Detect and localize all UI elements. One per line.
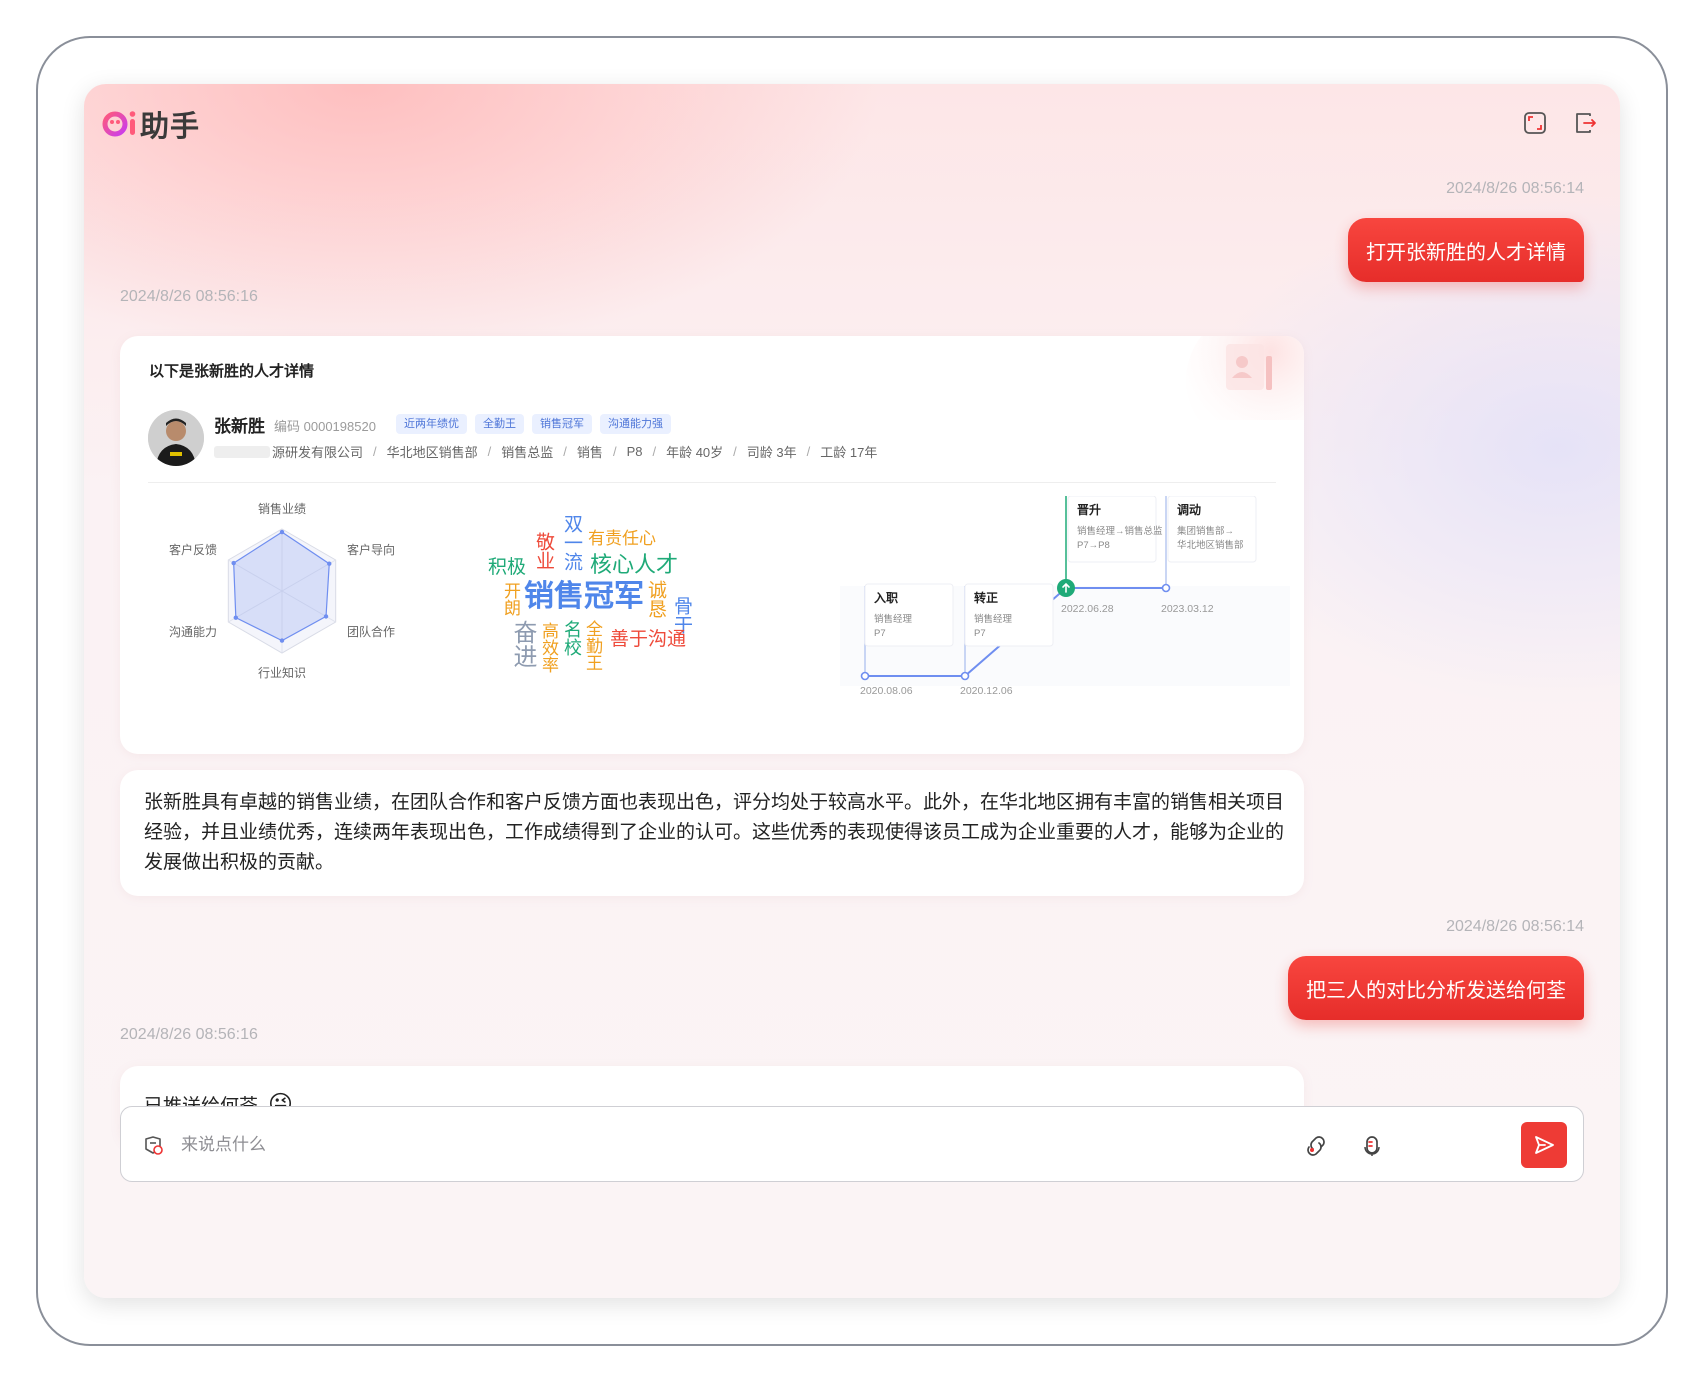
radar-axis-label: 客户导向 [347, 542, 395, 557]
radar-chart: 销售业绩客户导向团队合作行业知识 沟通能力 客户反馈 [169, 501, 395, 680]
company: 源研发有限公司 [272, 445, 364, 460]
timeline-date: 2023.03.12 [1161, 603, 1214, 615]
radar-axis-label: 团队合作 [347, 624, 395, 639]
age: 年龄 40岁 [666, 445, 724, 460]
word-cloud-word: 敬业 [533, 532, 554, 570]
radar-point [231, 560, 236, 566]
chat-input-bar [120, 1106, 1584, 1182]
tag: 销售冠军 [532, 414, 592, 434]
timeline-point [860, 671, 870, 681]
timeline-event-detail: 销售经理 [974, 613, 1013, 625]
word-cloud-word: 销售冠军 [524, 580, 644, 613]
exit-button[interactable] [1570, 108, 1600, 138]
word-cloud-word: 高效率 [539, 622, 558, 673]
timeline-event-detail: 集团销售部→ [1177, 525, 1234, 537]
timeline-date: 2020.08.06 [860, 685, 913, 697]
send-icon [1535, 1136, 1554, 1154]
word-cloud-word: 核心人才 [590, 552, 679, 577]
profile-card-icon [1176, 336, 1304, 420]
word-cloud-word: 奋进 [509, 620, 536, 668]
tag: 沟通能力强 [600, 414, 671, 434]
clear-history-icon[interactable] [141, 1133, 165, 1157]
employee-code: 编码 0000198520 [274, 416, 376, 435]
send-button[interactable] [1521, 1122, 1567, 1168]
redacted-text [214, 445, 270, 458]
assistant-message-bubble: 张新胜具有卓越的销售业绩，在团队合作和客户反馈方面也表现出色，评分均处于较高水平… [120, 770, 1304, 896]
radar-point [327, 561, 332, 566]
position: 销售总监 [501, 445, 554, 460]
card-title: 以下是张新胜的人才详情 [149, 363, 315, 380]
radar-point [279, 529, 285, 535]
radar-point [279, 638, 285, 643]
exit-icon [1576, 113, 1596, 133]
code-label: 编码 [274, 419, 301, 434]
tag-list: 近两年绩优 全勤王 销售冠军 沟通能力强 [396, 414, 671, 434]
career-timeline: 入职销售经理 P7 转正销售经理 P7 晋升销售经理→销售总监 P7→P8 调动集团销售部→… [840, 496, 1290, 697]
message-timestamp: 2024/8/26 08:56:16 [120, 288, 258, 305]
tag: 全勤王 [475, 414, 524, 434]
word-cloud-word: 有责任心 [588, 529, 656, 548]
word-cloud-word: 善于沟通 [610, 629, 687, 650]
radar-axis-label: 沟通能力 [169, 625, 217, 639]
avatar [148, 410, 204, 466]
timeline-event-detail: 华北地区销售部 [1177, 539, 1244, 551]
radar-axis-label: 行业知识 [258, 666, 306, 680]
radar-axis-label: 客户反馈 [169, 542, 217, 557]
level: P8 [626, 444, 643, 459]
radar-axis-label: 销售业绩 [258, 501, 306, 516]
employee-info: 源研发有限公司 / 华北地区销售部 / 销售总监 / 销售 / P8 / 年龄 … [214, 442, 877, 461]
timeline-event-detail: P7 [974, 628, 986, 639]
employee-name[interactable]: 张新胜 [214, 412, 265, 437]
timeline-date: 2022.06.28 [1061, 603, 1114, 615]
link-icon[interactable] [1303, 1133, 1329, 1159]
timeline-event-detail: 销售经理→销售总监 [1077, 525, 1163, 537]
assistant-window: 助手 2024/8/26 08:56:14 打开张新胜的人才详情 2024/8/… [84, 84, 1620, 1298]
fullscreen-icon [1524, 112, 1546, 134]
logo-text: 助手 [140, 111, 201, 143]
timeline-event-detail: P7 [874, 628, 886, 639]
timeline-event-title: 晋升 [1077, 502, 1101, 517]
timeline-event-title: 入职 [874, 591, 898, 605]
radar-point [233, 615, 239, 620]
word-cloud-word: 开朗 [501, 582, 520, 616]
word-cloud-word: 积极 [488, 557, 527, 578]
department: 华北地区销售部 [386, 445, 478, 460]
timeline-date: 2020.12.06 [960, 685, 1013, 697]
message-timestamp: 2024/8/26 08:56:14 [1446, 180, 1584, 197]
word-cloud-word: 诚恳 [645, 580, 666, 618]
timeline-event-title: 调动 [1177, 503, 1201, 517]
divider [148, 482, 1276, 483]
tag: 近两年绩优 [396, 414, 467, 434]
assistant-message-text: 张新胜具有卓越的销售业绩，在团队合作和客户反馈方面也表现出色，评分均处于较高水平… [144, 792, 1285, 873]
chat-input[interactable] [179, 1127, 1283, 1163]
message-timestamp: 2024/8/26 08:56:14 [1446, 918, 1584, 935]
talent-detail-card: 以下是张新胜的人才详情 张新胜 编码 0000198520 近两年绩优 全勤王 … [120, 336, 1304, 754]
user-message-bubble: 把三人的对比分析发送给何荃 [1288, 956, 1584, 1020]
fullscreen-button[interactable] [1520, 108, 1550, 138]
timeline-point [1161, 583, 1171, 593]
user-message-bubble: 打开张新胜的人才详情 [1348, 218, 1584, 282]
app-logo: 助手 [102, 104, 200, 144]
qi-logo-icon [102, 111, 136, 137]
message-timestamp: 2024/8/26 08:56:16 [120, 1026, 258, 1043]
company-years: 司龄 3年 [746, 445, 797, 460]
radar-point [323, 614, 329, 619]
word-cloud-word: 双一流 [561, 514, 582, 571]
microphone-icon[interactable] [1359, 1133, 1385, 1159]
code-value: 0000198520 [303, 419, 376, 434]
work-years: 工龄 17年 [820, 445, 878, 460]
timeline-event-title: 转正 [974, 590, 998, 605]
timeline-point [960, 671, 970, 681]
word-cloud-word: 名校 [562, 620, 582, 656]
word-cloud-word: 全勤王 [583, 620, 602, 671]
timeline-event-detail: P7→P8 [1077, 540, 1110, 551]
timeline-event-detail: 销售经理 [874, 613, 913, 625]
sequence: 销售 [576, 445, 603, 460]
